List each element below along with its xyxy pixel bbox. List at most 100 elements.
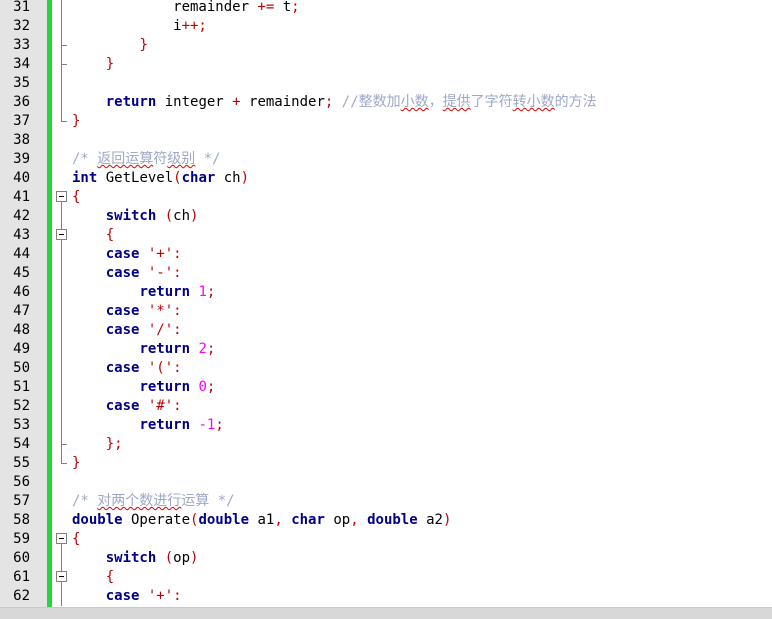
code-text[interactable]: return 1;: [72, 283, 215, 302]
code-token: 返回运算: [97, 151, 154, 167]
code-text[interactable]: {: [72, 568, 114, 587]
code-line[interactable]: 44 case '+':: [0, 245, 772, 264]
code-line[interactable]: 49 return 2;: [0, 340, 772, 359]
code-line[interactable]: 40 int GetLevel(char ch): [0, 169, 772, 188]
code-line[interactable]: 33 }: [0, 36, 772, 55]
code-text[interactable]: return -1;: [72, 416, 223, 435]
code-token: GetLevel: [97, 170, 174, 186]
code-line[interactable]: 38: [0, 131, 772, 150]
fold-toggle-icon[interactable]: [53, 530, 71, 549]
line-number: 57: [13, 493, 30, 509]
code-token: return: [139, 341, 191, 357]
fold-toggle-icon[interactable]: [53, 568, 71, 587]
code-line[interactable]: 50 case '(':: [0, 359, 772, 378]
code-line[interactable]: 47 case '*':: [0, 302, 772, 321]
code-text[interactable]: return integer + remainder; //整数加小数，提供了字…: [72, 93, 597, 112]
code-text[interactable]: return 2;: [72, 340, 215, 359]
code-text[interactable]: /* 对两个数进行运算 */: [72, 492, 235, 511]
code-text[interactable]: switch (ch): [72, 207, 199, 226]
line-number: 49: [13, 341, 30, 357]
code-text[interactable]: remainder += t;: [72, 0, 299, 17]
code-line[interactable]: 39 /* 返回运算符级别 */: [0, 150, 772, 169]
code-line[interactable]: 60 switch (op): [0, 549, 772, 568]
code-text[interactable]: switch (op): [72, 549, 199, 568]
code-text[interactable]: double Operate(double a1, char op, doubl…: [72, 511, 451, 530]
code-line[interactable]: 41 {: [0, 188, 772, 207]
code-token: 0: [198, 379, 207, 395]
code-text[interactable]: case '*':: [72, 302, 182, 321]
code-token: double: [367, 512, 418, 528]
code-token: -1: [198, 417, 216, 433]
code-token: return: [139, 284, 191, 300]
code-line[interactable]: 61 {: [0, 568, 772, 587]
code-token: :: [173, 303, 182, 319]
code-line[interactable]: 35: [0, 74, 772, 93]
code-text[interactable]: }: [72, 112, 80, 131]
code-line[interactable]: 58 double Operate(double a1, char op, dou…: [0, 511, 772, 530]
line-number: 61: [13, 569, 30, 585]
code-text[interactable]: {: [72, 226, 114, 245]
line-number: 47: [13, 303, 30, 319]
code-text[interactable]: {: [72, 530, 80, 549]
code-line[interactable]: 62 case '+':: [0, 587, 772, 606]
code-text[interactable]: {: [72, 188, 80, 207]
code-line[interactable]: 42 switch (ch): [0, 207, 772, 226]
code-text[interactable]: }: [72, 55, 114, 74]
code-token: */: [195, 151, 221, 167]
code-line[interactable]: 54 };: [0, 435, 772, 454]
fold-toggle-icon[interactable]: [53, 188, 71, 207]
code-line[interactable]: 57 /* 对两个数进行运算 */: [0, 492, 772, 511]
code-text[interactable]: i++;: [72, 17, 207, 36]
code-token: };: [105, 436, 123, 452]
code-text[interactable]: case '#':: [72, 397, 182, 416]
code-line[interactable]: 45 case '-':: [0, 264, 772, 283]
code-text[interactable]: /* 返回运算符级别 */: [72, 150, 221, 169]
code-line[interactable]: 37}: [0, 112, 772, 131]
code-line[interactable]: 31 remainder += t;: [0, 0, 772, 17]
code-line[interactable]: 36 return integer + remainder; //整数加小数，提…: [0, 93, 772, 112]
code-text[interactable]: }: [72, 454, 80, 473]
line-number: 52: [13, 398, 30, 414]
code-token: int: [72, 170, 98, 186]
code-token: 小数: [400, 94, 429, 110]
code-line[interactable]: 56: [0, 473, 772, 492]
code-editor[interactable]: 31 remainder += t; 32 i++; 33 } 34 } 35 36 re…: [0, 0, 772, 607]
code-text[interactable]: case '+':: [72, 587, 182, 606]
code-token: switch: [105, 550, 157, 566]
code-text[interactable]: }: [72, 36, 147, 55]
code-line[interactable]: 55}: [0, 454, 772, 473]
horizontal-scrollbar[interactable]: [0, 607, 772, 619]
code-text[interactable]: case '+':: [72, 245, 182, 264]
code-line[interactable]: 32 i++;: [0, 17, 772, 36]
code-line[interactable]: 52 case '#':: [0, 397, 772, 416]
code-line[interactable]: 59 {: [0, 530, 772, 549]
code-token: +: [232, 94, 241, 110]
code-token: 了字符: [470, 94, 513, 110]
code-token: (: [164, 208, 174, 224]
fold-guide: [53, 131, 71, 150]
code-text[interactable]: case '/':: [72, 321, 182, 340]
code-text[interactable]: return 0;: [72, 378, 215, 397]
code-token: double: [198, 512, 250, 528]
fold-toggle-icon[interactable]: [53, 226, 71, 245]
code-token: :: [173, 246, 182, 262]
code-token: char: [291, 512, 325, 528]
code-text[interactable]: int GetLevel(char ch): [72, 169, 249, 188]
code-line[interactable]: 43 {: [0, 226, 772, 245]
line-number: 40: [13, 170, 30, 186]
code-text[interactable]: case '(':: [72, 359, 182, 378]
code-line[interactable]: 51 return 0;: [0, 378, 772, 397]
code-token: case: [105, 265, 140, 281]
code-text[interactable]: };: [72, 435, 123, 454]
code-line[interactable]: 34 }: [0, 55, 772, 74]
code-line[interactable]: 46 return 1;: [0, 283, 772, 302]
code-text[interactable]: case '-':: [72, 264, 182, 283]
line-number: 55: [13, 455, 30, 471]
code-line[interactable]: 48 case '/':: [0, 321, 772, 340]
code-line[interactable]: 53 return -1;: [0, 416, 772, 435]
